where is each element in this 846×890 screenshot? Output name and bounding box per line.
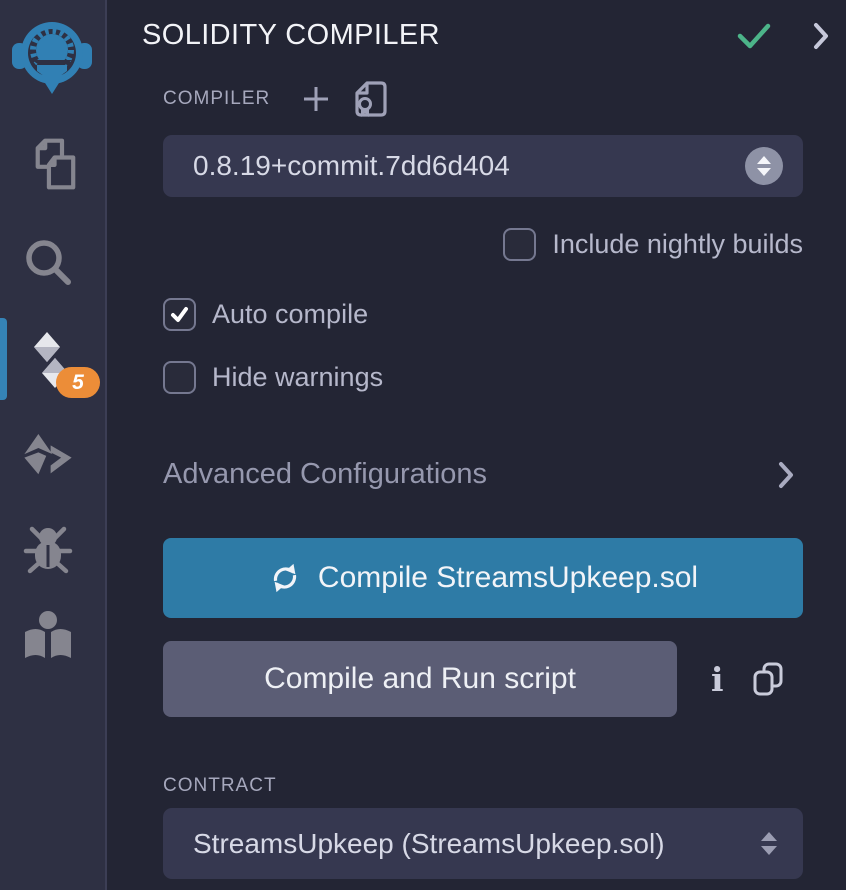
compiler-section-label: COMPILER bbox=[163, 88, 270, 110]
sidebar-item-search[interactable] bbox=[20, 234, 76, 290]
remix-logo[interactable] bbox=[10, 12, 94, 100]
sidebar-item-deploy-and-run[interactable] bbox=[20, 427, 76, 483]
solidity-compiler-panel: SOLIDITY COMPILER COMPILER bbox=[107, 0, 846, 890]
icon-sidebar: 5 bbox=[0, 0, 107, 890]
advanced-configurations-toggle[interactable]: Advanced Configurations bbox=[163, 458, 803, 491]
debugger-icon bbox=[20, 521, 76, 577]
compile-and-run-button[interactable]: Compile and Run script bbox=[163, 641, 677, 717]
compile-button-label: Compile StreamsUpkeep.sol bbox=[318, 561, 698, 595]
compiler-version-value: 0.8.19+commit.7dd6d404 bbox=[193, 150, 510, 182]
include-nightly-row: Include nightly builds bbox=[163, 228, 803, 261]
auto-compile-checkbox[interactable] bbox=[163, 298, 196, 331]
contract-select-value: StreamsUpkeep (StreamsUpkeep.sol) bbox=[193, 828, 665, 860]
info-icon[interactable]: i bbox=[711, 663, 724, 696]
chevron-right-icon bbox=[778, 461, 795, 489]
deploy-and-run-icon bbox=[20, 429, 76, 481]
panel-header: SOLIDITY COMPILER bbox=[107, 0, 846, 52]
document-seal-icon bbox=[354, 80, 388, 118]
sidebar-item-file-explorer[interactable] bbox=[20, 136, 76, 192]
contract-label-row: CONTRACT bbox=[163, 775, 803, 797]
select-arrows-icon bbox=[761, 832, 777, 855]
learneth-book-icon bbox=[20, 610, 76, 664]
compiler-version-select[interactable]: 0.8.19+commit.7dd6d404 bbox=[163, 135, 803, 197]
compiler-error-badge: 5 bbox=[56, 367, 100, 398]
auto-compile-label[interactable]: Auto compile bbox=[212, 299, 368, 330]
sidebar-item-debugger[interactable] bbox=[20, 521, 76, 577]
select-arrows-icon bbox=[745, 147, 783, 185]
include-nightly-label[interactable]: Include nightly builds bbox=[552, 229, 803, 260]
compile-and-run-label: Compile and Run script bbox=[264, 662, 576, 696]
checkmark-icon bbox=[170, 306, 189, 323]
sidebar-item-learneth[interactable] bbox=[20, 609, 76, 665]
compile-success-icon bbox=[736, 22, 772, 50]
copy-icon[interactable] bbox=[752, 661, 784, 697]
advanced-configurations-label: Advanced Configurations bbox=[163, 458, 487, 491]
compiler-label-row: COMPILER bbox=[163, 80, 803, 118]
contract-select[interactable]: StreamsUpkeep (StreamsUpkeep.sol) bbox=[163, 808, 803, 879]
plus-icon bbox=[302, 85, 330, 113]
remix-logo-icon bbox=[10, 12, 94, 100]
compiler-license-button[interactable] bbox=[354, 80, 388, 118]
include-nightly-checkbox[interactable] bbox=[503, 228, 536, 261]
panel-title: SOLIDITY COMPILER bbox=[142, 19, 440, 52]
add-custom-compiler-button[interactable] bbox=[302, 85, 330, 113]
hide-warnings-checkbox[interactable] bbox=[163, 361, 196, 394]
auto-compile-row: Auto compile bbox=[163, 298, 803, 331]
refresh-icon bbox=[268, 561, 302, 595]
collapse-panel-chevron-icon[interactable] bbox=[812, 21, 830, 51]
compile-run-row: Compile and Run script i bbox=[163, 641, 803, 717]
file-explorer-icon bbox=[20, 134, 76, 194]
search-icon bbox=[21, 235, 75, 289]
hide-warnings-row: Hide warnings bbox=[163, 361, 803, 394]
contract-section-label: CONTRACT bbox=[163, 775, 277, 796]
active-tab-indicator bbox=[0, 318, 7, 400]
hide-warnings-label[interactable]: Hide warnings bbox=[212, 362, 383, 393]
compile-button[interactable]: Compile StreamsUpkeep.sol bbox=[163, 538, 803, 618]
